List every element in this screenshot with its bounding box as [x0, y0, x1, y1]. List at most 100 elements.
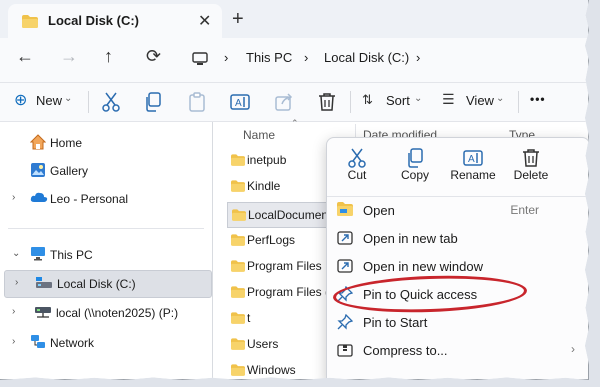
- context-cut-label: Cut: [347, 168, 367, 182]
- context-rename-button[interactable]: A Rename: [443, 148, 503, 182]
- file-row[interactable]: Program Files (x: [227, 280, 337, 304]
- context-pin-quick-access[interactable]: Pin to Quick access: [327, 272, 588, 316]
- chevron-down-icon[interactable]: ⌄: [12, 248, 20, 259]
- context-compress[interactable]: Compress to... ›: [327, 336, 588, 364]
- rename-icon[interactable]: A: [230, 92, 250, 112]
- cut-icon[interactable]: [102, 92, 120, 112]
- folder-icon: [22, 15, 38, 28]
- forward-button[interactable]: →: [60, 46, 78, 67]
- file-row[interactable]: PerfLogs: [227, 228, 337, 252]
- context-delete-button[interactable]: Delete: [501, 148, 561, 182]
- folder-icon: [231, 364, 245, 376]
- breadcrumb-this-pc[interactable]: This PC: [246, 50, 292, 65]
- delete-icon[interactable]: [318, 92, 336, 112]
- context-open-new-tab[interactable]: Open in new tab: [327, 224, 588, 252]
- context-delete-label: Delete: [513, 168, 549, 182]
- chevron-right-icon[interactable]: ›: [15, 277, 18, 288]
- pin-start-icon: [337, 314, 353, 330]
- file-row[interactable]: Users: [227, 332, 337, 356]
- context-menu: Cut Copy A Rename Delete Open Enter Open…: [326, 137, 588, 379]
- breadcrumb-local-disk[interactable]: Local Disk (C:): [324, 50, 409, 65]
- tab-strip: Local Disk (C:) ✕ +: [0, 0, 588, 38]
- back-button[interactable]: ←: [16, 46, 34, 67]
- context-open-label: Open: [363, 203, 395, 218]
- navigation-bar: ← → ↑ ⟳ › This PC › Local Disk (C:) ›: [0, 38, 588, 83]
- sort-icon: ⇅: [362, 92, 373, 107]
- tab-local-disk[interactable]: Local Disk (C:) ✕: [8, 4, 222, 38]
- sort-button[interactable]: ⇅ Sort ⌄: [362, 91, 424, 113]
- sidebar-item-label: Local Disk (C:): [57, 277, 136, 291]
- compress-icon: [337, 344, 353, 357]
- sidebar-item-label: This PC: [50, 248, 93, 262]
- network-drive-icon: [35, 307, 51, 318]
- sidebar-item-home[interactable]: Home: [0, 130, 212, 156]
- chevron-right-icon[interactable]: ›: [12, 192, 15, 203]
- folder-icon: [231, 234, 245, 246]
- sidebar-item-local-disk[interactable]: › Local Disk (C:): [4, 270, 212, 298]
- context-rename-label: Rename: [450, 168, 496, 182]
- home-icon: [30, 134, 46, 150]
- paste-icon[interactable]: [188, 92, 206, 112]
- chevron-right-icon[interactable]: ›: [12, 306, 15, 317]
- folder-icon: [231, 338, 245, 350]
- explorer-window: Local Disk (C:) ✕ + ← → ↑ ⟳ › This PC › …: [0, 0, 589, 380]
- new-button[interactable]: ⊕ New ⌄: [14, 91, 76, 113]
- file-row[interactable]: inetpub: [227, 148, 337, 172]
- navigation-pane: Home Gallery › Leo - Personal ⌄ This PC …: [0, 122, 212, 379]
- folder-icon: [231, 260, 245, 272]
- file-name: inetpub: [247, 153, 287, 167]
- context-open[interactable]: Open Enter: [327, 196, 588, 224]
- copy-icon[interactable]: [144, 92, 162, 112]
- more-options-button[interactable]: •••: [530, 92, 546, 106]
- share-icon[interactable]: [274, 92, 294, 112]
- file-name: Windows: [247, 363, 296, 377]
- context-cut-button[interactable]: Cut: [327, 148, 387, 182]
- context-pin-start-label: Pin to Start: [363, 315, 428, 330]
- sidebar-item-onedrive[interactable]: › Leo - Personal: [0, 186, 212, 212]
- sidebar-item-gallery[interactable]: Gallery: [0, 158, 212, 184]
- sidebar-item-label: Leo - Personal: [50, 192, 129, 206]
- file-row[interactable]: LocalDocuments: [227, 202, 337, 228]
- folder-icon: [231, 312, 245, 324]
- pc-icon: [31, 247, 45, 261]
- delete-icon: [523, 149, 539, 167]
- new-window-icon: [337, 259, 353, 273]
- view-label: View: [466, 93, 494, 108]
- sidebar-item-label: Gallery: [50, 164, 89, 178]
- monitor-icon: [192, 52, 208, 65]
- file-name: PerfLogs: [247, 233, 296, 247]
- command-bar: ⊕ New ⌄ A ⇅ Sort ⌄ ☰ View ⌄ •••: [0, 83, 588, 122]
- chevron-down-icon: ⌄: [414, 93, 423, 104]
- file-name: t: [247, 311, 251, 325]
- close-tab-icon[interactable]: ✕: [198, 11, 211, 31]
- context-pin-start[interactable]: Pin to Start: [327, 308, 588, 336]
- address-separator: ›: [416, 50, 421, 65]
- sidebar-item-this-pc[interactable]: ⌄ This PC: [0, 242, 212, 268]
- file-row[interactable]: Windows: [227, 358, 337, 379]
- column-header-name[interactable]: Name: [243, 128, 275, 142]
- chevron-down-icon: ⌄: [64, 93, 73, 104]
- cut-icon: [348, 148, 366, 168]
- rename-icon: A: [463, 150, 483, 166]
- file-row[interactable]: Kindle: [227, 174, 337, 198]
- sort-label: Sort: [386, 93, 410, 108]
- chevron-right-icon[interactable]: ›: [12, 336, 15, 347]
- file-row[interactable]: Program Files: [227, 254, 337, 278]
- cloud-icon: [30, 192, 48, 202]
- address-bar[interactable]: › This PC › Local Disk (C:) ›: [182, 44, 588, 74]
- network-icon: [31, 335, 45, 348]
- new-tab-button[interactable]: +: [232, 8, 244, 31]
- sidebar-item-network-drive[interactable]: › local (\\noten2025) (P:): [0, 300, 212, 326]
- file-row[interactable]: t: [227, 306, 337, 330]
- sidebar-item-network[interactable]: › Network: [0, 330, 212, 356]
- folder-icon: [232, 209, 246, 221]
- file-name: Program Files (x: [247, 285, 336, 299]
- divider: [8, 228, 204, 229]
- chevron-right-icon: ›: [571, 342, 575, 356]
- up-button[interactable]: ↑: [104, 46, 113, 67]
- view-button[interactable]: ☰ View ⌄: [442, 91, 510, 113]
- file-name: Kindle: [247, 179, 281, 193]
- gallery-icon: [31, 163, 45, 177]
- context-copy-button[interactable]: Copy: [385, 148, 445, 182]
- refresh-button[interactable]: ⟳: [146, 46, 161, 67]
